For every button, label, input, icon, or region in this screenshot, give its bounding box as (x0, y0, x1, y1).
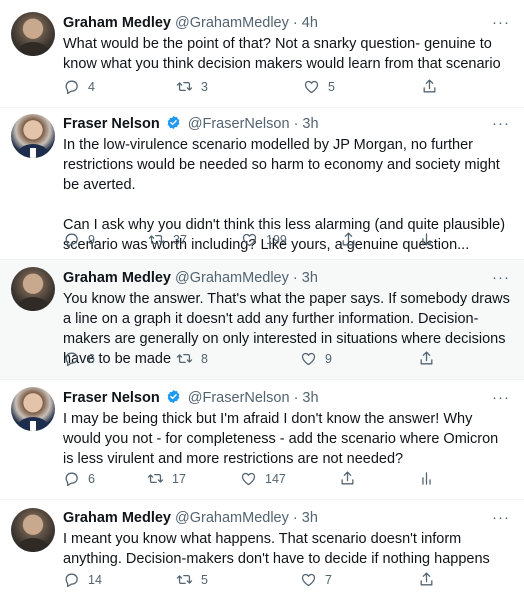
reply-button[interactable]: 4 (63, 78, 95, 95)
reply-button[interactable]: 14 (63, 571, 102, 588)
avatar[interactable] (11, 387, 55, 431)
tweet-text: I may be being thick but I'm afraid I do… (63, 411, 503, 467)
tweet-timestamp[interactable]: · 3h (294, 390, 319, 406)
reply-icon (65, 573, 78, 588)
avatar[interactable] (11, 508, 55, 552)
reply-button[interactable]: 9 (63, 231, 95, 248)
reply-count: 6 (88, 351, 95, 366)
retweet-count: 8 (201, 351, 208, 366)
retweet-button[interactable]: 5 (176, 571, 208, 588)
retweet-count: 17 (172, 471, 186, 486)
like-button[interactable]: 5 (303, 78, 335, 95)
tweet-timestamp[interactable]: · 4h (293, 15, 318, 31)
tweet-text: What would be the point of that? Not a s… (63, 36, 501, 72)
like-count: 199 (266, 232, 287, 247)
like-count: 9 (325, 351, 332, 366)
retweet-icon (176, 574, 193, 585)
retweet-icon (176, 353, 193, 364)
conversation-thread: Graham Medley @GrahamMedley · 4h ··· Wha… (0, 0, 524, 603)
like-button[interactable]: 9 (300, 350, 332, 367)
reply-count: 9 (88, 232, 95, 247)
share-icon (420, 572, 433, 586)
author-name[interactable]: Graham Medley (63, 510, 171, 526)
share-button[interactable] (418, 350, 435, 367)
verified-badge-icon (167, 389, 180, 404)
share-button[interactable] (339, 470, 356, 487)
author-name[interactable]: Fraser Nelson (63, 390, 160, 406)
author-name[interactable]: Fraser Nelson (63, 116, 160, 132)
like-count: 5 (328, 79, 335, 94)
verified-badge-icon (167, 115, 180, 130)
analytics-button[interactable] (418, 231, 435, 248)
like-count: 7 (325, 572, 332, 587)
author-handle[interactable]: @FraserNelson (188, 390, 290, 406)
more-icon[interactable]: ··· (492, 13, 510, 33)
analytics-icon (422, 472, 431, 485)
author-handle[interactable]: @GrahamMedley (175, 510, 289, 526)
tweet[interactable]: Graham Medley @GrahamMedley · 4h ··· Wha… (0, 0, 524, 108)
retweet-count: 3 (201, 79, 208, 94)
heart-icon (301, 352, 316, 366)
reply-count: 6 (88, 471, 95, 486)
retweet-button[interactable]: 17 (147, 470, 186, 487)
retweet-count: 5 (201, 572, 208, 587)
author-name[interactable]: Graham Medley (63, 270, 171, 286)
tweet-timestamp[interactable]: · 3h (293, 510, 318, 526)
share-button[interactable] (418, 571, 435, 588)
heart-icon (242, 233, 257, 247)
heart-icon (301, 573, 316, 587)
author-handle[interactable]: @GrahamMedley (175, 270, 289, 286)
retweet-button[interactable]: 37 (148, 231, 187, 248)
share-button[interactable] (340, 231, 357, 248)
more-icon[interactable]: ··· (492, 508, 510, 528)
author-handle[interactable]: @FraserNelson (188, 116, 290, 132)
heart-icon (241, 472, 256, 486)
like-count: 147 (265, 471, 286, 486)
reply-icon (65, 233, 78, 248)
reply-icon (65, 352, 78, 367)
retweet-icon (147, 473, 164, 484)
share-icon (423, 79, 436, 93)
share-icon (342, 232, 355, 246)
author-handle[interactable]: @GrahamMedley (175, 15, 289, 31)
analytics-icon (422, 233, 431, 246)
reply-icon (65, 472, 78, 487)
author-name[interactable]: Graham Medley (63, 15, 171, 31)
analytics-button[interactable] (418, 470, 435, 487)
tweet[interactable]: Fraser Nelson @FraserNelson · 3h ··· I m… (0, 380, 524, 500)
reply-button[interactable]: 6 (63, 470, 95, 487)
share-icon (341, 471, 354, 485)
more-icon[interactable]: ··· (492, 268, 510, 288)
share-icon (420, 351, 433, 365)
avatar[interactable] (11, 12, 55, 56)
tweet-timestamp[interactable]: · 3h (294, 116, 319, 132)
avatar[interactable] (11, 114, 55, 158)
like-button[interactable]: 199 (241, 231, 287, 248)
retweet-button[interactable]: 8 (176, 350, 208, 367)
tweet[interactable]: Fraser Nelson @FraserNelson · 3h ··· In … (0, 108, 524, 260)
reply-button[interactable]: 6 (63, 350, 95, 367)
retweet-icon (176, 81, 193, 92)
tweet[interactable]: Graham Medley @GrahamMedley · 3h ··· You… (0, 260, 524, 380)
share-button[interactable] (421, 78, 438, 95)
more-icon[interactable]: ··· (492, 114, 510, 134)
retweet-count: 37 (173, 232, 187, 247)
tweet-text: I meant you know what happens. That scen… (63, 531, 490, 567)
reply-count: 14 (88, 572, 102, 587)
like-button[interactable]: 7 (300, 571, 332, 588)
retweet-button[interactable]: 3 (176, 78, 208, 95)
tweet-timestamp[interactable]: · 3h (293, 270, 318, 286)
heart-icon (304, 80, 319, 94)
reply-count: 4 (88, 79, 95, 94)
more-icon[interactable]: ··· (492, 388, 510, 408)
avatar[interactable] (11, 267, 55, 311)
like-button[interactable]: 147 (240, 470, 286, 487)
reply-icon (65, 80, 78, 95)
tweet[interactable]: Graham Medley @GrahamMedley · 3h ··· I m… (0, 500, 524, 603)
retweet-icon (148, 234, 165, 245)
